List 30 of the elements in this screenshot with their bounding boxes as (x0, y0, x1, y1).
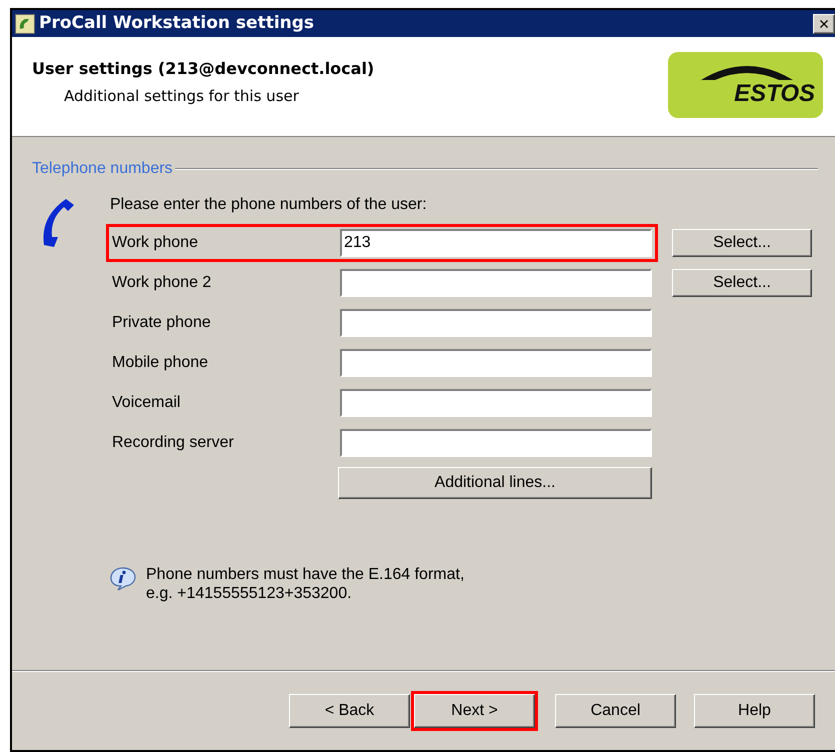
dialog-button[interactable]: Cancel (555, 694, 676, 728)
phone-input[interactable]: 213 (340, 229, 652, 257)
field-label: Voicemail (112, 393, 182, 413)
header-subtitle: Additional settings for this user (63, 86, 300, 107)
phone-input[interactable] (340, 389, 652, 417)
phone-input[interactable] (340, 269, 652, 297)
field-label: Work phone 2 (112, 273, 212, 293)
close-button[interactable]: × (813, 14, 835, 34)
phone-input[interactable] (340, 429, 652, 457)
field-label: Recording server (112, 433, 235, 453)
select-button[interactable]: Select... (672, 229, 812, 257)
dialog-button[interactable]: < Back (289, 694, 410, 728)
header-title: User settings (213@devconnect.local) (32, 58, 374, 80)
logo-text: ESTOS (734, 82, 815, 106)
window-title: ProCall Workstation settings (39, 12, 316, 35)
info-text: Phone numbers must have the E.164 format, (146, 565, 464, 584)
field-label: Private phone (112, 313, 212, 333)
app-icon (15, 14, 35, 34)
field-label: Mobile phone (112, 353, 210, 373)
additional-lines-button[interactable]: Additional lines... (338, 467, 652, 499)
group-label: Telephone numbers (32, 159, 173, 179)
info-icon (110, 567, 136, 591)
instruction-text: Please enter the phone numbers of the user: (110, 195, 428, 215)
dialog-button[interactable]: Help (694, 694, 815, 728)
select-button[interactable]: Select... (672, 269, 812, 297)
info-text: e.g. +14155555123+353200. (146, 584, 353, 603)
dialog-button[interactable]: Next > (414, 694, 535, 728)
phone-input[interactable] (340, 349, 652, 377)
field-label: Work phone (112, 233, 199, 253)
phone-input[interactable] (340, 309, 652, 337)
